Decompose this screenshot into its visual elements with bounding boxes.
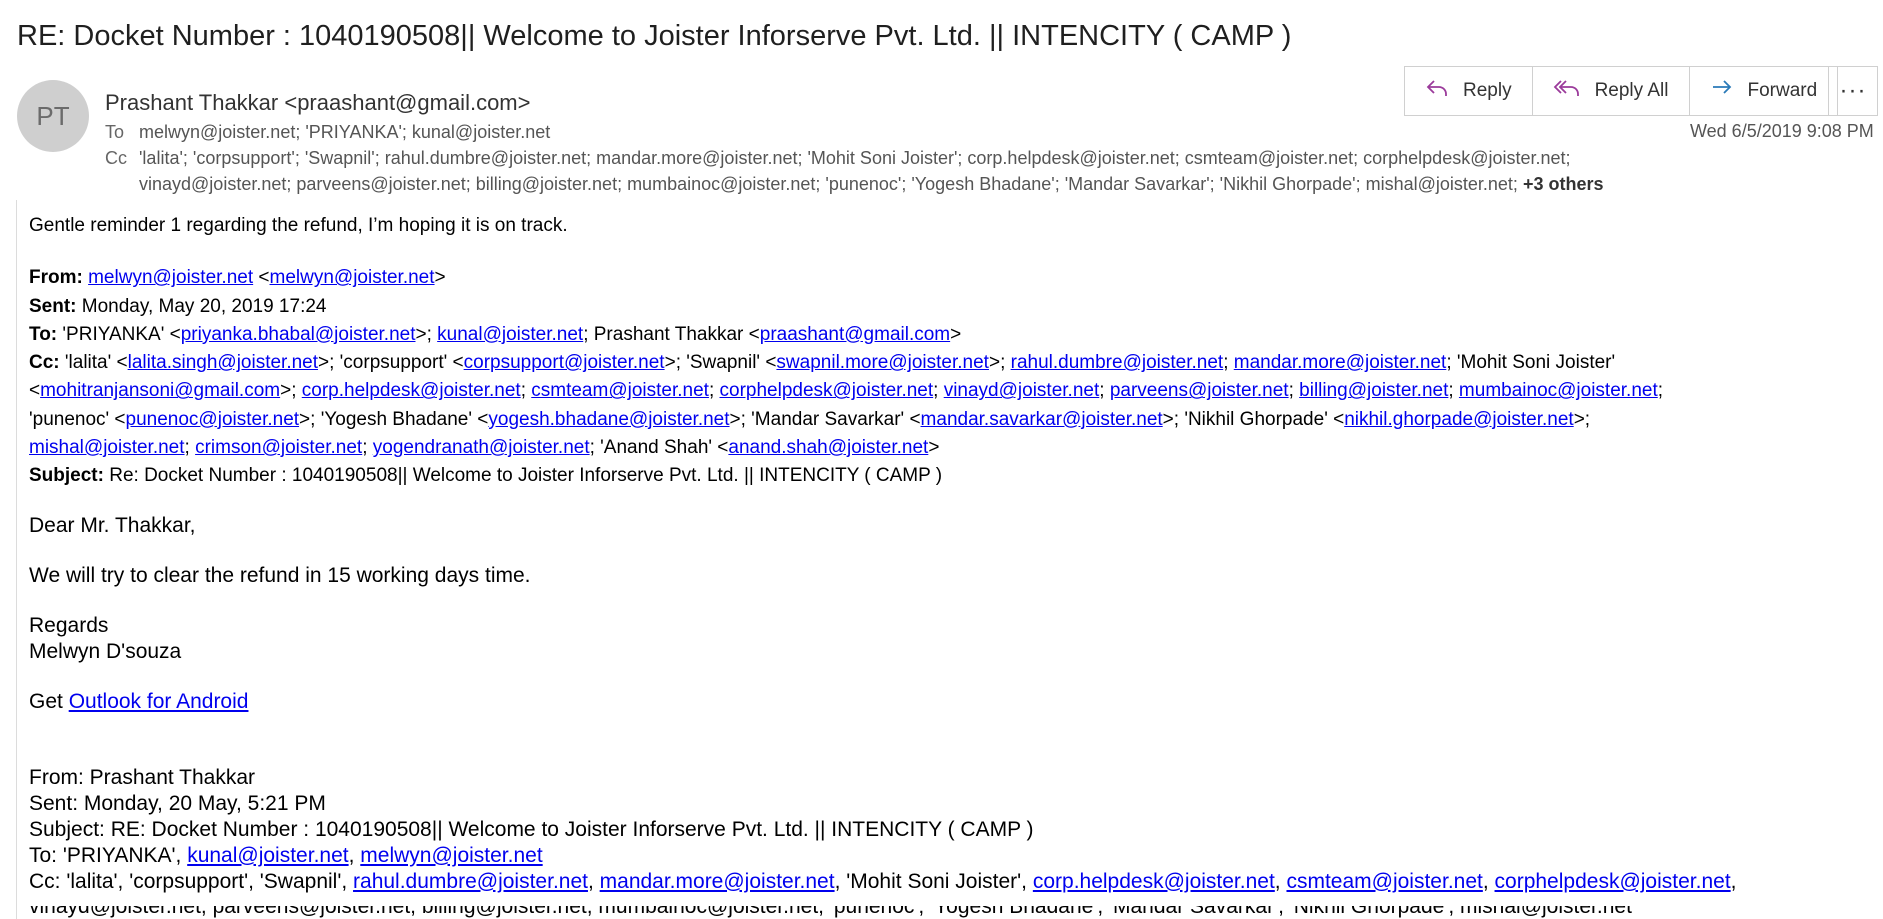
link-praashant[interactable]: praashant@gmail.com — [760, 324, 950, 345]
reply-icon — [1425, 76, 1463, 106]
link-parveens[interactable]: parveens@joister.net — [1110, 380, 1289, 401]
link-anand[interactable]: anand.shah@joister.net — [728, 437, 928, 458]
link-csmteam[interactable]: csmteam@joister.net — [531, 380, 709, 401]
link-corp-helpdesk[interactable]: corp.helpdesk@joister.net — [302, 380, 521, 401]
received-date: Wed 6/5/2019 9:08 PM — [1690, 121, 1874, 141]
quoted-from-link[interactable]: melwyn@joister.net — [88, 267, 253, 288]
quoted-sent-line: Sent: Monday, May 20, 2019 17:24 — [29, 295, 327, 317]
link-priyanka[interactable]: priyanka.bhabal@joister.net — [181, 324, 416, 345]
q2-link-melwyn[interactable]: melwyn@joister.net — [360, 844, 542, 867]
q2-to: To: 'PRIYANKA', kunal@joister.net, melwy… — [29, 843, 543, 867]
link-rahul[interactable]: rahul.dumbre@joister.net — [1011, 352, 1224, 373]
q2-link-mandar[interactable]: mandar.more@joister.net — [600, 870, 835, 893]
link-yogendranath[interactable]: yogendranath@joister.net — [373, 437, 590, 458]
q2-cc: Cc: 'lalita', 'corpsupport', 'Swapnil', … — [29, 869, 1737, 893]
cc-label: Cc — [105, 148, 127, 168]
cc-line: Cc 'lalita'; 'corpsupport'; 'Swapnil'; ra… — [105, 148, 1571, 169]
forward-icon — [1710, 76, 1748, 106]
forward-button[interactable]: Forward — [1690, 67, 1838, 115]
quoted-header-1: From: melwyn@joister.net <melwyn@joister… — [29, 264, 1879, 490]
link-nikhil[interactable]: nikhil.ghorpade@joister.net — [1344, 409, 1573, 430]
link-mumbainoc[interactable]: mumbainoc@joister.net — [1459, 380, 1658, 401]
q2-link-corp-helpdesk[interactable]: corp.helpdesk@joister.net — [1033, 870, 1275, 893]
quoted-subject-line: Subject: Re: Docket Number : 1040190508|… — [29, 465, 943, 487]
link-crimson[interactable]: crimson@joister.net — [195, 437, 362, 458]
outlook-for-android-link[interactable]: Outlook for Android — [69, 690, 249, 713]
message-body: Gentle reminder 1 regarding the refund, … — [29, 212, 1879, 895]
more-icon: ··· — [1839, 77, 1867, 104]
message-text: We will try to clear the refund in 15 wo… — [29, 563, 531, 587]
link-yogesh[interactable]: yogesh.bhadane@joister.net — [488, 409, 729, 430]
greeting: Dear Mr. Thakkar, — [29, 513, 196, 537]
cut-off-text: vinayd@joister.net, parveens@joister.net… — [29, 906, 1632, 918]
quoted-header-2: From: Prashant Thakkar Sent: Monday, 20 … — [29, 765, 1879, 895]
quoted-from-line: From: melwyn@joister.net <melwyn@joister… — [29, 267, 446, 289]
quoted-to-line: To: 'PRIYANKA' <priyanka.bhabal@joister.… — [29, 323, 962, 345]
link-billing[interactable]: billing@joister.net — [1299, 380, 1448, 401]
quoted-from-link-2[interactable]: melwyn@joister.net — [270, 267, 435, 288]
more-actions-button[interactable]: ··· — [1828, 66, 1878, 116]
q2-link-kunal[interactable]: kunal@joister.net — [187, 844, 348, 867]
cc-line-2: vinayd@joister.net; parveens@joister.net… — [139, 174, 1603, 195]
link-vinayd[interactable]: vinayd@joister.net — [944, 380, 1100, 401]
body-divider — [16, 200, 17, 919]
reply-all-button[interactable]: Reply All — [1533, 67, 1690, 115]
get-outlook-line: Get Outlook for Android — [29, 689, 249, 713]
sender-name[interactable]: Prashant Thakkar <praashant@gmail.com> — [105, 90, 530, 116]
link-mohit[interactable]: mohitranjansoni@gmail.com — [40, 380, 280, 401]
q2-link-corphelpdesk[interactable]: corphelpdesk@joister.net — [1495, 870, 1731, 893]
q2-sent: Sent: Monday, 20 May, 5:21 PM — [29, 791, 326, 815]
signature: Melwyn D'souza — [29, 639, 182, 663]
cc-recipients-line1[interactable]: 'lalita'; 'corpsupport'; 'Swapnil'; rahu… — [139, 148, 1571, 168]
q2-from: From: Prashant Thakkar — [29, 765, 256, 789]
cut-off-line: vinayd@joister.net, parveens@joister.net… — [29, 906, 1879, 919]
q2-link-csmteam[interactable]: csmteam@joister.net — [1286, 870, 1482, 893]
link-mandar[interactable]: mandar.more@joister.net — [1234, 352, 1447, 373]
to-line: To melwyn@joister.net; 'PRIYANKA'; kunal@… — [105, 122, 550, 143]
q2-subject: Subject: RE: Docket Number : 1040190508|… — [29, 817, 1034, 841]
reply-button[interactable]: Reply — [1405, 67, 1533, 115]
link-mishal[interactable]: mishal@joister.net — [29, 437, 185, 458]
to-label: To — [105, 122, 125, 142]
link-swapnil[interactable]: swapnil.more@joister.net — [776, 352, 989, 373]
regards: Regards — [29, 613, 109, 637]
quoted-cc-line-2: <mohitranjansoni@gmail.com>; corp.helpde… — [29, 380, 1664, 402]
link-kunal[interactable]: kunal@joister.net — [437, 324, 583, 345]
reply-all-label: Reply All — [1594, 80, 1669, 101]
forward-label: Forward — [1747, 80, 1818, 101]
link-lalita[interactable]: lalita.singh@joister.net — [128, 352, 318, 373]
cc-more-others[interactable]: +3 others — [1523, 174, 1604, 194]
link-corpsupport[interactable]: corpsupport@joister.net — [464, 352, 665, 373]
quoted-cc-line-1: Cc: 'lalita' <lalita.singh@joister.net>;… — [29, 352, 1616, 374]
reminder-text: Gentle reminder 1 regarding the refund, … — [29, 215, 568, 236]
to-recipients[interactable]: melwyn@joister.net; 'PRIYANKA'; kunal@jo… — [139, 122, 550, 142]
quoted-cc-line-4: mishal@joister.net; crimson@joister.net;… — [29, 437, 940, 459]
avatar[interactable]: PT — [17, 80, 89, 152]
email-subject: RE: Docket Number : 1040190508|| Welcome… — [17, 20, 1292, 52]
q2-link-rahul[interactable]: rahul.dumbre@joister.net — [353, 870, 588, 893]
reply-all-icon — [1553, 76, 1595, 106]
message-actions: Reply Reply All Forward — [1404, 66, 1839, 116]
cc-recipients-line2[interactable]: vinayd@joister.net; parveens@joister.net… — [139, 174, 1518, 194]
quoted-cc-line-3: 'punenoc' <punenoc@joister.net>; 'Yogesh… — [29, 408, 1591, 430]
link-punenoc[interactable]: punenoc@joister.net — [126, 409, 300, 430]
link-corphelpdesk[interactable]: corphelpdesk@joister.net — [720, 380, 934, 401]
reply-label: Reply — [1463, 80, 1512, 101]
link-savarkar[interactable]: mandar.savarkar@joister.net — [921, 409, 1163, 430]
